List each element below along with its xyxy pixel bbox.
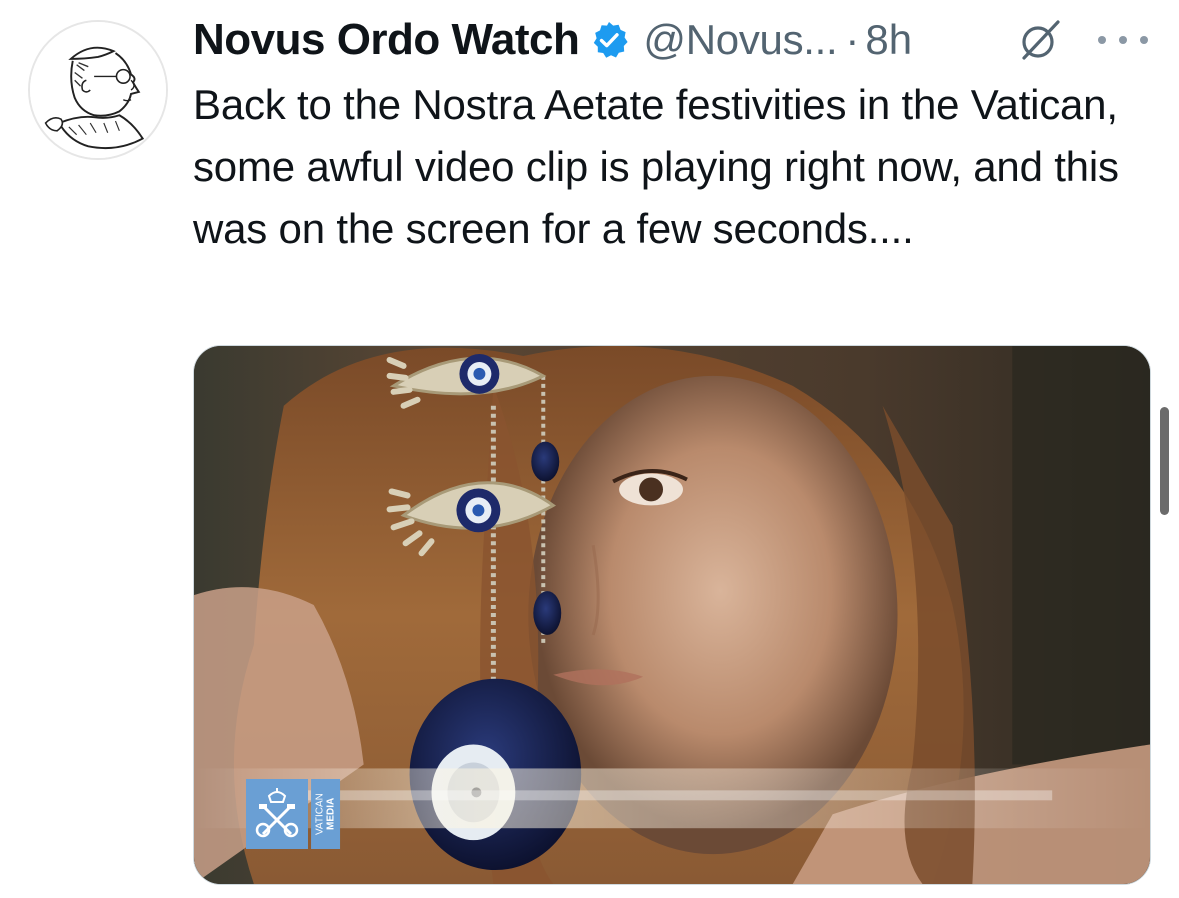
timestamp[interactable]: 8h — [865, 16, 912, 64]
tweet-header: Novus Ordo Watch @Novus... · 8h — [193, 10, 912, 70]
tweet-media-image[interactable]: VATICAN MEDIA — [193, 345, 1151, 885]
dot-icon — [1098, 36, 1106, 44]
grok-icon[interactable] — [1018, 18, 1062, 62]
crossed-keys-icon — [246, 779, 308, 849]
dot-icon — [1140, 36, 1148, 44]
tweet[interactable]: Novus Ordo Watch @Novus... · 8h Back to … — [0, 0, 1179, 898]
vatican-media-label: VATICAN MEDIA — [310, 779, 340, 849]
scrollbar-thumb[interactable] — [1160, 407, 1169, 515]
verified-badge-icon — [589, 20, 629, 60]
vatican-media-watermark: VATICAN MEDIA — [246, 779, 340, 849]
separator-dot: · — [845, 16, 860, 63]
profile-avatar[interactable] — [28, 20, 168, 160]
user-handle[interactable]: @Novus... — [643, 16, 837, 64]
watermark-line-1: VATICAN — [314, 793, 326, 835]
watermark-line-2: MEDIA — [325, 797, 337, 831]
pope-portrait-icon — [30, 22, 166, 158]
tweet-text: Back to the Nostra Aetate festivities in… — [193, 81, 1119, 252]
dot-icon — [1119, 36, 1127, 44]
display-name[interactable]: Novus Ordo Watch — [193, 15, 580, 65]
more-options-icon[interactable] — [1098, 22, 1148, 58]
